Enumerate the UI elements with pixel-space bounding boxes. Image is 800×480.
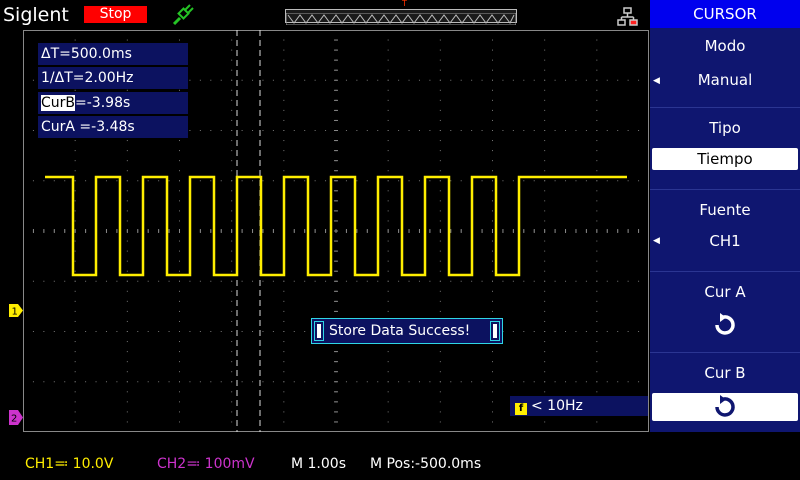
cursor-a-readout: CurA =-3.48s	[38, 116, 188, 138]
menu-divider	[650, 271, 800, 272]
svg-text:2: 2	[11, 414, 17, 425]
ch1-level-marker[interactable]: 1	[9, 304, 23, 317]
cursor-menu: CURSOR Modo ◀ Manual Tipo Tiempo Fuente …	[650, 0, 800, 432]
rotate-knob-icon	[715, 313, 735, 335]
svg-text:1: 1	[12, 307, 18, 318]
menu-title: CURSOR	[650, 0, 800, 28]
menu-divider	[650, 352, 800, 353]
frequency-counter: f < 10Hz	[510, 396, 648, 416]
ch2-scale[interactable]: CH2≕ 100mV	[157, 456, 255, 472]
frequency-icon: f	[515, 403, 527, 415]
top-status-bar: Siglent Stop T	[0, 0, 650, 30]
memory-depth-strip	[285, 9, 517, 26]
brand-logo: Siglent	[3, 4, 69, 26]
timebase[interactable]: M 1.00s	[291, 456, 346, 472]
cur-b-knob-button[interactable]	[652, 393, 798, 421]
menu-label-fuente: Fuente	[699, 201, 751, 219]
menu-divider	[650, 189, 800, 190]
ch1-scale[interactable]: CH1≕ 10.0V	[25, 456, 113, 472]
rotate-knob-icon	[715, 395, 735, 417]
bottom-status-bar: CH1≕ 10.0V CH2≕ 100mV M 1.00s M Pos:-500…	[0, 432, 800, 480]
menu-label-tipo: Tipo	[709, 119, 741, 137]
horizontal-position[interactable]: M Pos:-500.0ms	[370, 456, 481, 472]
message-bracket-right	[490, 321, 500, 341]
waveform-display[interactable]	[23, 30, 649, 432]
network-icon	[617, 7, 639, 31]
cursor-b-value: =-3.98s	[75, 95, 131, 111]
frequency-value: < 10Hz	[531, 398, 583, 414]
menu-value-tipo[interactable]: Tiempo	[652, 148, 798, 170]
run-state-badge[interactable]: Stop	[84, 6, 147, 23]
inverse-delta-t-readout: 1/ΔT=2.00Hz	[38, 67, 188, 89]
message-bracket-left	[314, 321, 324, 341]
menu-value-fuente[interactable]: CH1	[650, 230, 800, 252]
menu-divider	[650, 107, 800, 108]
ch2-level-marker[interactable]: 2	[9, 410, 23, 425]
menu-label-cur-a: Cur A	[704, 283, 746, 301]
cur-a-knob-button[interactable]	[650, 311, 800, 339]
store-success-message: Store Data Success!	[311, 318, 503, 344]
menu-value-modo[interactable]: Manual	[650, 69, 800, 91]
menu-label-modo: Modo	[704, 37, 746, 55]
trigger-position-marker: T	[402, 0, 407, 8]
cursor-b-readout: CurB=-3.98s	[38, 92, 188, 114]
usb-icon	[172, 4, 196, 30]
delta-t-readout: ΔT=500.0ms	[38, 43, 188, 65]
cursor-b-label: CurB	[41, 95, 76, 111]
message-text: Store Data Success!	[329, 323, 471, 339]
menu-label-cur-b: Cur B	[704, 364, 746, 382]
